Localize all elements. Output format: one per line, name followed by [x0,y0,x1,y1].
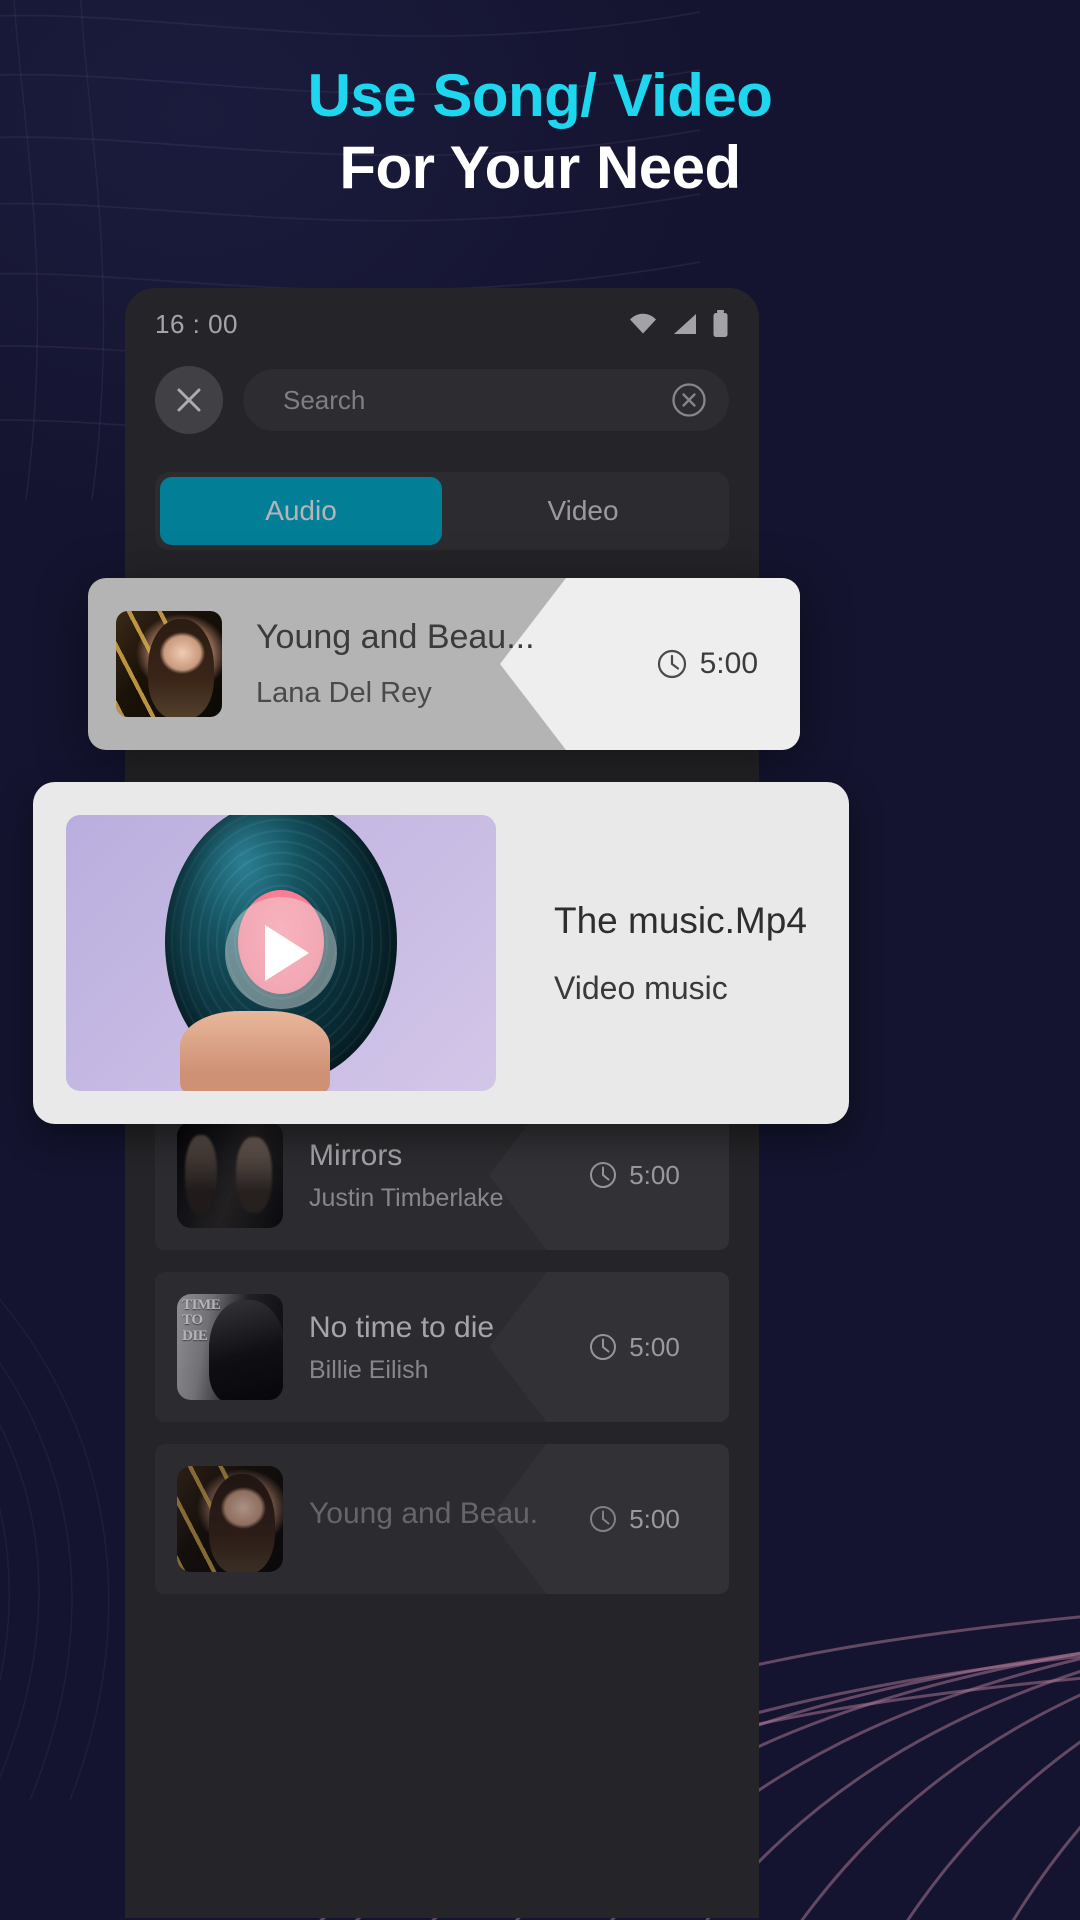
headline-line-1: Use Song/ Video [307,62,773,129]
highlighted-song-card[interactable]: Young and Beau... Lana Del Rey 5:00 [88,578,800,750]
song-title: Young and Beau... [309,1497,539,1531]
duration-text: 5:00 [699,647,758,680]
search-placeholder: Search [283,384,366,415]
video-card-meta: The music.Mp4 Video music [554,900,807,1007]
album-art-text: TIME TO DIE [182,1297,221,1344]
row-duration: 5:00 [539,1160,729,1191]
song-artist: Justin Timberlake [309,1184,504,1213]
close-icon [177,388,201,412]
table-row[interactable]: Young and Beau... 5:00 [155,1444,729,1594]
signal-icon [674,314,696,334]
video-subtitle: Video music [554,969,728,1006]
clock-icon [657,649,686,679]
clock-icon [590,1162,617,1188]
album-art [116,611,222,717]
status-time: 16 : 00 [155,308,239,339]
video-thumbnail[interactable] [66,815,496,1091]
clock-icon [590,1334,617,1360]
play-button[interactable] [225,897,337,1009]
page-root: Use Song/ Video For Your Need 16 : 00 Se… [0,0,1080,1920]
song-title: Young and Beau... [256,618,535,656]
song-card-duration: 5:00 [656,578,758,750]
row-meta: Young and Beau... [309,1495,539,1543]
song-title: No time to die [309,1310,495,1344]
media-type-tabs: Audio Video [155,472,729,550]
album-art [177,1466,283,1572]
clear-circle-icon [672,383,706,417]
row-duration: 5:00 [539,1504,729,1535]
battery-icon [713,310,728,337]
status-icon-group [628,310,729,338]
close-search-button[interactable] [155,366,223,434]
clock-icon [590,1506,617,1532]
row-meta: No time to die Billie Eilish [309,1309,539,1386]
wifi-icon [630,313,656,334]
status-bar: 16 : 00 [125,288,759,360]
search-input[interactable]: Search [243,369,729,431]
row-duration: 5:00 [539,1332,729,1363]
song-artist: Lana Del Rey [256,677,432,709]
album-art: TIME TO DIE [177,1294,283,1400]
headline: Use Song/ Video For Your Need [0,62,1080,202]
tab-audio[interactable]: Audio [160,477,442,545]
highlighted-video-card[interactable]: The music.Mp4 Video music [33,782,849,1124]
hand-graphic [180,1011,331,1091]
table-row[interactable]: TIME TO DIE No time to die Billie Eilish 5… [155,1272,729,1422]
duration-text: 5:00 [629,1503,680,1534]
duration-text: 5:00 [629,1159,680,1190]
song-card-meta: Young and Beau... Lana Del Rey [256,618,535,710]
song-artist: Billie Eilish [309,1356,429,1385]
search-row: Search [125,360,759,434]
headline-line-2: For Your Need [339,133,741,201]
clear-search-button[interactable] [667,378,711,422]
duration-text: 5:00 [629,1331,680,1362]
song-title: Mirrors [309,1138,403,1172]
album-art [177,1122,283,1228]
row-meta: Mirrors Justin Timberlake [309,1137,539,1214]
tab-video[interactable]: Video [442,477,724,545]
play-icon [265,925,309,981]
video-title: The music.Mp4 [554,899,807,941]
